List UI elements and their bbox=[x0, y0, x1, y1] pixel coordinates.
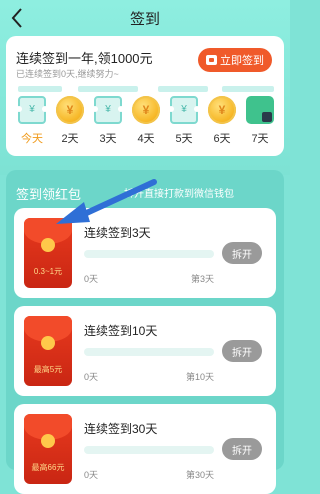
strip-segment bbox=[222, 86, 274, 92]
sign-in-button-label: 立即签到 bbox=[220, 55, 264, 67]
open-button[interactable]: 拆开 bbox=[222, 340, 262, 362]
progress-end: 第10天 bbox=[185, 372, 214, 382]
day-5: ¥ 5天 bbox=[168, 96, 200, 152]
day-4: ¥ 4天 bbox=[130, 96, 162, 152]
coin-icon: ¥ bbox=[208, 96, 236, 124]
item-title: 连续签到30天 bbox=[84, 422, 158, 436]
envelope-amount: 0.3~1元 bbox=[33, 267, 63, 276]
day-6: ¥ 6天 bbox=[206, 96, 238, 152]
day-1: ¥ 今天 bbox=[16, 96, 48, 152]
day-7: 7天 bbox=[244, 96, 276, 152]
ticket-icon: ¥ bbox=[168, 96, 200, 124]
coin-icon: ¥ bbox=[56, 96, 84, 124]
coin-icon: ¥ bbox=[132, 96, 160, 124]
ticket-icon: ¥ bbox=[92, 96, 124, 124]
progress-end: 第30天 bbox=[185, 470, 214, 480]
item-title: 连续签到10天 bbox=[84, 324, 158, 338]
day-3: ¥ 3天 bbox=[92, 96, 124, 152]
sign-in-button[interactable]: 立即签到 bbox=[198, 48, 272, 72]
day-rewards: ¥ 今天 ¥ 2天 ¥ 3天 ¥ 4天 ¥ 5天 ¥ 6天 7天 bbox=[16, 96, 278, 152]
open-button[interactable]: 拆开 bbox=[222, 438, 262, 460]
progress-track bbox=[84, 348, 214, 356]
day-label: 今天 bbox=[21, 133, 43, 145]
day-label: 5天 bbox=[175, 133, 193, 145]
ticket-icon: ¥ bbox=[16, 96, 48, 124]
goal-title: 连续签到一年,领1000元 bbox=[16, 51, 153, 66]
strip-segment bbox=[18, 86, 62, 92]
reward-item-10-days: 最高5元 连续签到10天 0天 第10天 拆开 bbox=[14, 306, 276, 396]
envelope-amount: 最高5元 bbox=[33, 365, 63, 374]
day-label: 6天 bbox=[213, 133, 231, 145]
red-envelope-icon: 最高66元 bbox=[24, 414, 72, 484]
red-envelope-icon: 最高5元 bbox=[24, 316, 72, 386]
page-title: 签到 bbox=[129, 11, 160, 28]
sign-in-card: 连续签到一年,领1000元 已连续签到0天,继续努力~ 立即签到 ¥ 今天 ¥ … bbox=[6, 36, 284, 156]
puzzle-icon bbox=[246, 96, 274, 124]
calendar-icon bbox=[206, 55, 217, 65]
envelope-amount: 最高66元 bbox=[31, 463, 65, 472]
progress-start: 0天 bbox=[84, 470, 99, 480]
day-label: 7天 bbox=[251, 133, 269, 145]
strip-segment bbox=[158, 86, 208, 92]
day-2: ¥ 2天 bbox=[54, 96, 86, 152]
progress-start: 0天 bbox=[84, 274, 99, 284]
progress-track bbox=[84, 250, 214, 258]
open-button[interactable]: 拆开 bbox=[222, 242, 262, 264]
reward-item-30-days: 最高66元 连续签到30天 0天 第30天 拆开 bbox=[14, 404, 276, 494]
progress-end: 第3天 bbox=[190, 274, 214, 284]
red-envelope-icon: 0.3~1元 bbox=[24, 218, 72, 288]
day-label: 3天 bbox=[99, 133, 117, 145]
strip-segment bbox=[78, 86, 138, 92]
day-label: 4天 bbox=[137, 133, 155, 145]
progress-start: 0天 bbox=[84, 372, 99, 382]
decorative-strip bbox=[18, 84, 274, 94]
pointer-arrow-icon bbox=[56, 179, 157, 224]
progress-text: 已连续签到0天,继续努力~ bbox=[16, 69, 119, 79]
progress-track bbox=[84, 446, 214, 454]
day-label: 2天 bbox=[61, 133, 79, 145]
